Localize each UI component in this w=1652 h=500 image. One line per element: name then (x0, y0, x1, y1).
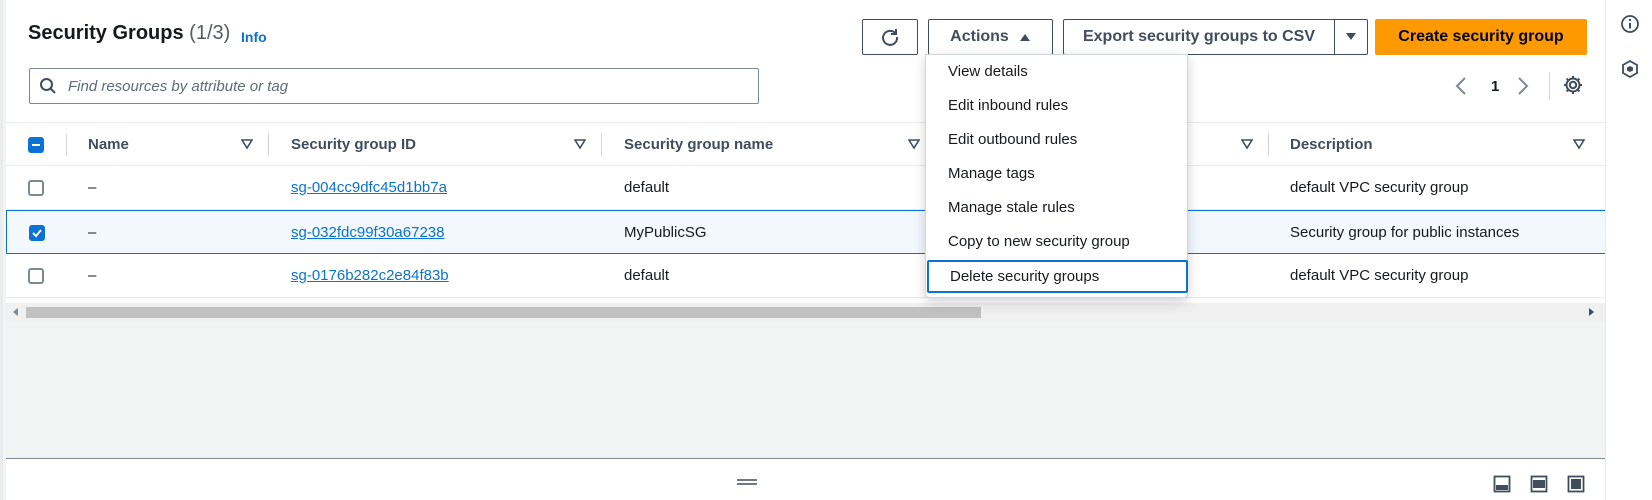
drag-handle-icon[interactable] (737, 478, 757, 486)
column-header-security-group-name[interactable]: Security group name (624, 136, 773, 153)
panel-full-icon[interactable] (1567, 475, 1585, 493)
sort-icon (908, 139, 920, 150)
actions-button-label: Actions (950, 28, 1009, 45)
column-header-description[interactable]: Description (1290, 136, 1373, 153)
row-checkbox[interactable] (28, 268, 44, 284)
table-header: Name Security group ID Security group na… (6, 122, 1608, 166)
search-icon-container (30, 69, 66, 103)
menu-item-edit-outbound-rules[interactable]: Edit outbound rules (926, 123, 1189, 156)
menu-item-edit-inbound-rules[interactable]: Edit inbound rules (926, 89, 1189, 122)
tools-panel-rail (1605, 0, 1652, 500)
security-group-id-link[interactable]: sg-032fdc99f30a67238 (291, 224, 444, 241)
create-security-group-button[interactable]: Create security group (1375, 19, 1587, 55)
scroll-right-icon[interactable] (1586, 307, 1596, 317)
create-security-group-label: Create security group (1398, 28, 1564, 45)
table-row[interactable]: – sg-004cc9dfc45d1bb7a default default V… (6, 166, 1608, 210)
cell-group-name: MyPublicSG (624, 224, 707, 241)
cell-description: default VPC security group (1290, 179, 1469, 196)
menu-item-manage-stale-rules[interactable]: Manage stale rules (926, 191, 1189, 224)
info-icon[interactable] (1620, 14, 1640, 34)
cell-description: Security group for public instances (1290, 224, 1520, 241)
split-panel-bar (6, 458, 1608, 500)
panel-split-icon[interactable] (1530, 475, 1548, 493)
page-title: Security Groups (1/3) (28, 22, 230, 45)
search-icon (40, 78, 56, 94)
page-title-text: Security Groups (28, 22, 184, 44)
pager-divider (1549, 72, 1550, 100)
search-field[interactable] (29, 68, 759, 104)
current-page-number[interactable]: 1 (1491, 74, 1499, 98)
chevron-left-icon (1455, 77, 1466, 95)
column-header-security-group-id[interactable]: Security group ID (291, 136, 416, 153)
column-divider[interactable] (1268, 134, 1269, 156)
check-icon (32, 229, 42, 238)
scrollbar-thumb[interactable] (26, 307, 981, 318)
refresh-button[interactable] (862, 19, 918, 55)
sort-icon (1241, 139, 1253, 150)
export-csv-button[interactable]: Export security groups to CSV (1063, 19, 1335, 55)
row-checkbox[interactable] (29, 225, 45, 241)
cell-group-name: default (624, 179, 670, 196)
menu-item-copy-to-new-security-group[interactable]: Copy to new security group (926, 225, 1189, 258)
cube-icon[interactable] (1620, 59, 1640, 79)
security-group-id-link[interactable]: sg-0176b282c2e84f83b (291, 267, 449, 284)
column-divider[interactable] (268, 134, 269, 156)
menu-item-view-details[interactable]: View details (926, 55, 1189, 88)
main-content: Security Groups (1/3) Info Actions Expor… (0, 0, 1608, 500)
actions-button[interactable]: Actions (928, 19, 1053, 55)
minus-icon (32, 144, 40, 146)
next-page-button[interactable] (1516, 74, 1530, 98)
chevron-right-icon (1518, 77, 1529, 95)
row-checkbox[interactable] (28, 180, 44, 196)
sort-icon (1573, 139, 1585, 150)
sort-icon (241, 139, 253, 150)
preferences-button[interactable] (1562, 74, 1584, 101)
column-divider (66, 134, 67, 156)
table-row[interactable]: – sg-0176b282c2e84f83b default default V… (6, 254, 1608, 298)
menu-item-manage-tags[interactable]: Manage tags (926, 157, 1189, 190)
search-input[interactable] (66, 76, 758, 96)
cell-name: – (88, 224, 97, 241)
export-csv-label: Export security groups to CSV (1082, 28, 1316, 45)
cell-name: – (88, 267, 97, 284)
export-options-button[interactable] (1334, 19, 1368, 55)
refresh-icon (882, 29, 899, 46)
selection-count: (1/3) (189, 22, 231, 44)
sort-icon (574, 139, 586, 150)
table-row-selected[interactable]: – sg-032fdc99f30a67238 MyPublicSG Securi… (6, 210, 1608, 254)
security-group-id-link[interactable]: sg-004cc9dfc45d1bb7a (291, 179, 447, 196)
cell-description: default VPC security group (1290, 267, 1469, 284)
gear-icon (1564, 76, 1582, 94)
panel-bottom-icon[interactable] (1493, 475, 1511, 493)
horizontal-scrollbar[interactable] (6, 303, 1608, 321)
actions-dropdown-menu: View details Edit inbound rules Edit out… (925, 54, 1188, 298)
previous-page-button[interactable] (1454, 74, 1468, 98)
menu-item-delete-security-groups[interactable]: Delete security groups (927, 260, 1188, 293)
info-link[interactable]: Info (241, 29, 267, 45)
scroll-left-icon[interactable] (11, 307, 21, 317)
caret-up-icon (1019, 34, 1030, 41)
cell-name: – (88, 179, 97, 196)
cell-group-name: default (624, 267, 670, 284)
caret-down-icon (1346, 33, 1356, 40)
column-header-name[interactable]: Name (88, 136, 129, 153)
select-all-checkbox[interactable] (28, 137, 44, 153)
column-divider[interactable] (601, 134, 602, 156)
